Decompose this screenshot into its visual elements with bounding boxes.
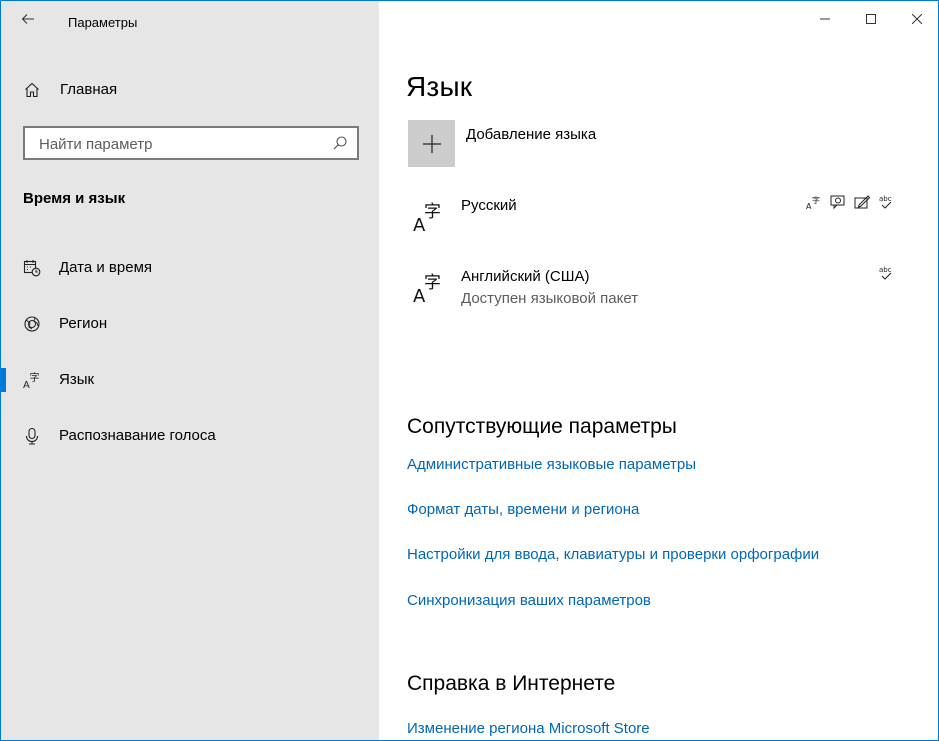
home-icon — [25, 82, 39, 98]
sidebar-item-label: Регион — [59, 315, 108, 332]
sidebar-item-date-time[interactable]: Дата и время — [1, 250, 379, 286]
spellcheck-icon: abc — [879, 266, 892, 280]
language-icon: A 字 — [413, 202, 441, 232]
add-language-label: Добавление языка — [466, 126, 597, 143]
language-features: A 字 abc — [806, 194, 894, 210]
calendar-clock-icon — [23, 260, 41, 277]
sidebar-item-label: Распознавание голоса — [59, 427, 216, 444]
settings-window: Параметры Главная Время и язык Дата и вр… — [0, 0, 939, 741]
globe-icon — [24, 316, 40, 332]
sidebar-item-label: Язык — [59, 371, 95, 388]
home-label: Главная — [60, 81, 118, 98]
minimize-icon — [820, 18, 830, 20]
svg-text:字: 字 — [30, 371, 40, 384]
link-date-time-region-format[interactable]: Формат даты, времени и региона — [407, 501, 639, 518]
language-item-russian[interactable]: A 字 Русский A 字 abc — [406, 194, 906, 250]
back-button[interactable] — [15, 7, 41, 31]
minimize-button[interactable] — [802, 1, 848, 37]
sidebar-item-home[interactable]: Главная — [1, 73, 379, 107]
microphone-icon — [25, 427, 39, 445]
language-features: abc — [878, 265, 894, 281]
window-controls — [802, 1, 938, 37]
handwriting-icon — [854, 195, 870, 209]
section-title: Время и язык — [23, 190, 126, 207]
maximize-button[interactable] — [848, 1, 894, 37]
link-change-store-region[interactable]: Изменение региона Microsoft Store — [407, 720, 650, 737]
language-icon: A 字 — [413, 273, 441, 303]
sidebar-item-label: Дата и время — [59, 259, 153, 276]
search-box[interactable] — [23, 126, 359, 160]
language-icon: A 字 — [23, 371, 40, 389]
sidebar: Параметры Главная Время и язык Дата и вр… — [1, 1, 379, 740]
svg-text:abc: abc — [879, 195, 892, 203]
online-help-title: Справка в Интернете — [407, 672, 616, 695]
sidebar-item-speech[interactable]: Распознавание голоса — [1, 418, 379, 454]
search-icon[interactable] — [332, 135, 348, 151]
display-language-icon: A 字 — [806, 195, 820, 210]
language-name: Русский — [461, 197, 517, 214]
sidebar-item-region[interactable]: Регион — [1, 306, 379, 342]
svg-text:字: 字 — [424, 273, 441, 293]
spellcheck-icon: abc — [879, 195, 892, 209]
close-button[interactable] — [894, 1, 938, 37]
language-item-english-us[interactable]: A 字 Английский (США) Доступен языковой п… — [406, 265, 906, 321]
link-admin-language-settings[interactable]: Административные языковые параметры — [407, 456, 696, 473]
link-sync-settings[interactable]: Синхронизация ваших параметров — [407, 592, 651, 609]
close-icon — [912, 14, 922, 24]
language-name: Английский (США) — [461, 268, 590, 285]
svg-text:字: 字 — [424, 202, 441, 222]
app-title: Параметры — [68, 15, 138, 30]
add-language-plus-tile[interactable] — [408, 120, 455, 167]
page-title: Язык — [406, 71, 473, 102]
related-settings-title: Сопутствующие параметры — [407, 415, 677, 438]
svg-text:字: 字 — [812, 195, 820, 205]
sidebar-item-language[interactable]: A 字 Язык — [1, 362, 379, 398]
back-arrow-icon — [21, 14, 34, 24]
svg-text:abc: abc — [879, 266, 892, 274]
search-input[interactable] — [37, 134, 331, 154]
maximize-icon — [866, 14, 876, 24]
main-content: Язык Добавление языка A 字 Русский A 字 ab… — [379, 1, 938, 740]
plus-icon — [422, 134, 441, 153]
speech-icon — [830, 195, 845, 210]
add-language-button[interactable]: Добавление языка — [408, 120, 808, 170]
link-typing-keyboard-spelling[interactable]: Настройки для ввода, клавиатуры и провер… — [407, 546, 819, 563]
language-status: Доступен языковой пакет — [461, 290, 639, 307]
